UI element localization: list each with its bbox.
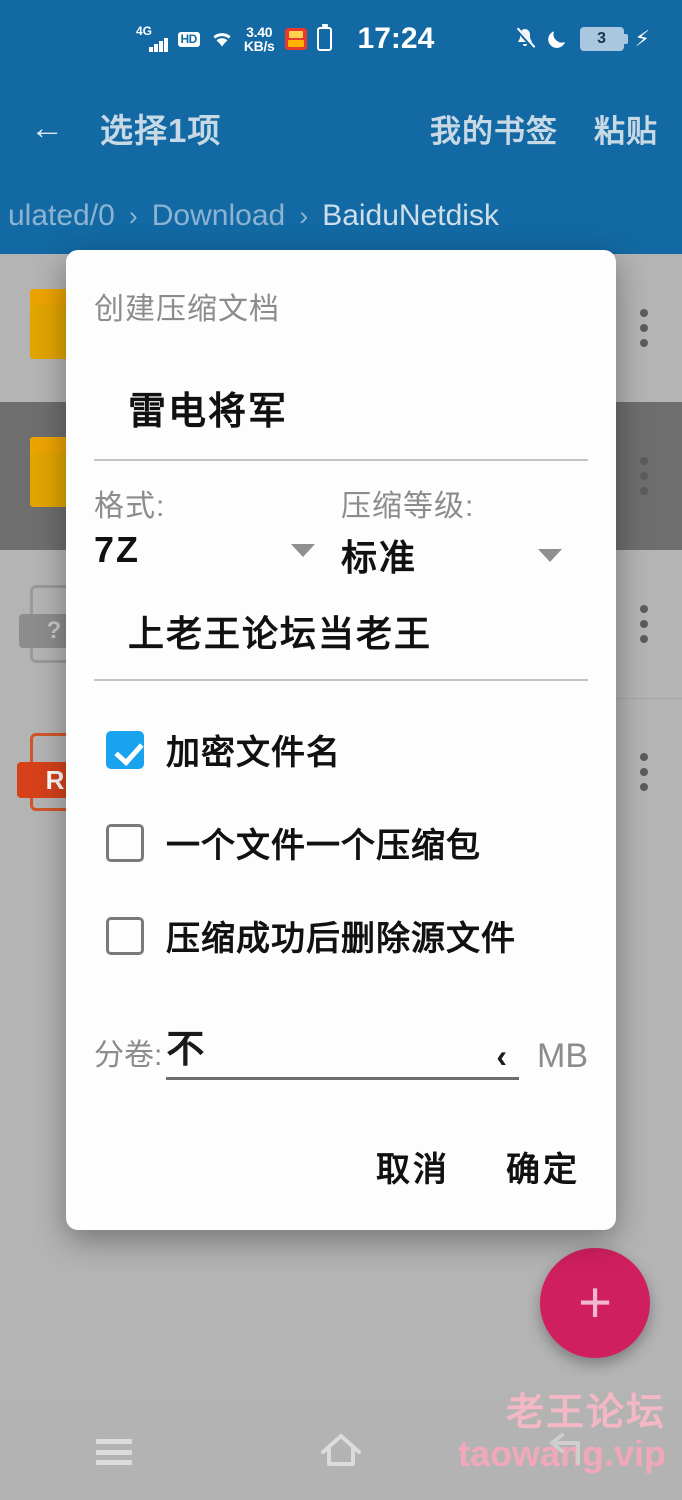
chevron-down-icon	[538, 548, 562, 562]
compression-level-value: 标准	[341, 537, 418, 578]
divider	[94, 679, 588, 681]
split-volume-input[interactable]: 不 ‹	[166, 1018, 519, 1080]
create-archive-dialog: 创建压缩文档 雷电将军 格式: 7Z 压缩等级: 标准 上老王论坛当老王 加密文…	[66, 250, 616, 1230]
format-selector[interactable]: 格式: 7Z	[94, 481, 341, 581]
checkbox-label: 压缩成功后删除源文件	[166, 920, 516, 958]
checkbox-icon[interactable]	[106, 916, 144, 955]
archive-options-row: 格式: 7Z 压缩等级: 标准	[94, 481, 588, 581]
checkbox-encrypt-filenames[interactable]: 加密文件名	[106, 725, 588, 774]
checkbox-label: 一个文件一个压缩包	[166, 827, 481, 865]
dialog-actions: 取消 确定	[94, 1142, 580, 1191]
phone-screen: 4G HD 3.40 KB/s 17:24 3 ⚡ ← 选择1项 我的书签 粘贴…	[0, 0, 682, 1500]
checkbox-delete-source-after[interactable]: 压缩成功后删除源文件	[106, 911, 588, 960]
dialog-title: 创建压缩文档	[94, 293, 280, 326]
confirm-button[interactable]: 确定	[506, 1142, 580, 1191]
split-volume-label: 分卷:	[94, 1039, 163, 1072]
checkbox-label: 加密文件名	[166, 734, 341, 772]
chevron-left-icon[interactable]: ‹	[496, 1039, 507, 1073]
split-volume-value: 不	[166, 1029, 205, 1071]
split-volume-row: 分卷: 不 ‹ MB	[94, 1018, 588, 1080]
divider	[94, 459, 588, 461]
checkbox-icon[interactable]	[106, 823, 144, 862]
chevron-down-icon	[291, 543, 315, 557]
format-label: 格式:	[94, 490, 166, 523]
format-value: 7Z	[94, 529, 141, 570]
archive-name-input[interactable]: 雷电将军	[128, 380, 588, 435]
compression-level-label: 压缩等级:	[341, 490, 475, 523]
checkbox-one-archive-per-file[interactable]: 一个文件一个压缩包	[106, 818, 588, 867]
password-input[interactable]: 上老王论坛当老王	[128, 605, 588, 657]
checkbox-icon[interactable]	[106, 730, 144, 769]
cancel-button[interactable]: 取消	[376, 1142, 450, 1191]
split-volume-unit: MB	[537, 1037, 588, 1075]
compression-level-selector[interactable]: 压缩等级: 标准	[341, 481, 588, 581]
